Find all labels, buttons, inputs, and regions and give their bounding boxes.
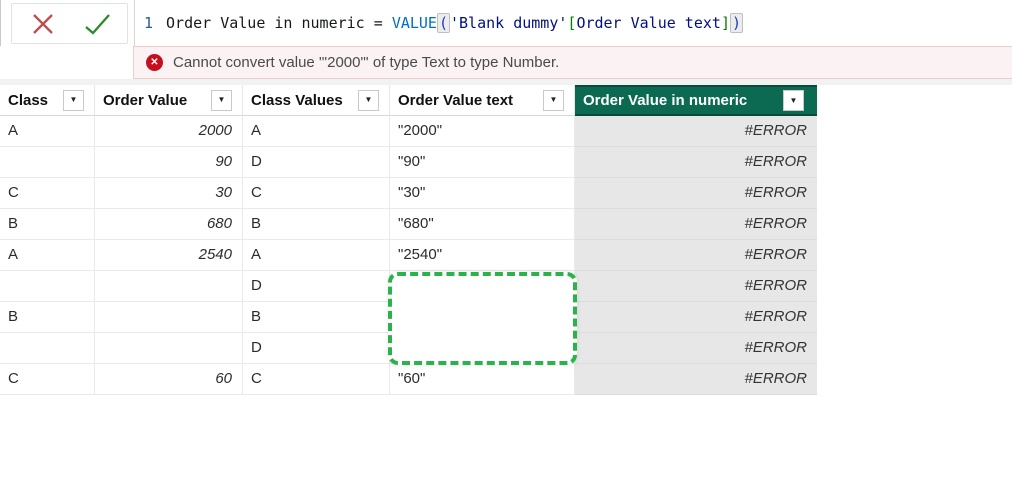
table-cell[interactable]: 90 <box>95 147 243 178</box>
table-row: B 680 B "680" #ERROR <box>0 209 817 240</box>
table-cell[interactable]: "30" <box>390 178 575 209</box>
commit-button[interactable] <box>83 12 111 36</box>
column-header-order-value-text[interactable]: Order Value text ▼ <box>390 85 575 116</box>
table-cell[interactable]: #ERROR <box>575 364 817 395</box>
table-cell[interactable] <box>95 302 243 333</box>
formula-input[interactable]: 1 Order Value in numeric = VALUE ( 'Blan… <box>134 0 1012 46</box>
filter-dropdown-button[interactable]: ▼ <box>63 90 84 111</box>
column-header-label: Order Value text <box>398 92 513 109</box>
error-icon: ✕ <box>146 54 163 71</box>
column-header-class[interactable]: Class ▼ <box>0 85 95 116</box>
table-row: 90 D "90" #ERROR <box>0 147 817 178</box>
column-header-order-value[interactable]: Order Value ▼ <box>95 85 243 116</box>
table-cell[interactable]: B <box>0 209 95 240</box>
table-cell[interactable] <box>0 147 95 178</box>
powerbi-data-view: 1 Order Value in numeric = VALUE ( 'Blan… <box>0 0 1012 477</box>
table-cell[interactable]: #ERROR <box>575 209 817 240</box>
chevron-down-icon: ▼ <box>550 96 558 104</box>
table-cell[interactable] <box>95 333 243 364</box>
table-cell[interactable]: #ERROR <box>575 271 817 302</box>
table-cell[interactable]: 2000 <box>95 116 243 147</box>
formula-equals: = <box>365 14 392 32</box>
table-cell[interactable]: #ERROR <box>575 178 817 209</box>
table-cell[interactable] <box>95 271 243 302</box>
table-cell[interactable]: D <box>243 333 390 364</box>
table-cell[interactable]: C <box>243 178 390 209</box>
table-cell[interactable]: #ERROR <box>575 302 817 333</box>
table-cell[interactable]: 30 <box>95 178 243 209</box>
table-cell[interactable]: "680" <box>390 209 575 240</box>
error-message: Cannot convert value '"2000"' of type Te… <box>173 54 559 71</box>
formula-expression-name: Order Value in numeric <box>166 14 365 32</box>
chevron-down-icon: ▼ <box>365 96 373 104</box>
formula-open-bracket: [ <box>567 14 576 32</box>
column-header-label: Class <box>8 92 48 109</box>
table-cell[interactable]: A <box>0 116 95 147</box>
table-cell[interactable]: #ERROR <box>575 116 817 147</box>
formula-commit-controls <box>11 3 128 44</box>
table-cell[interactable]: D <box>243 271 390 302</box>
table-cell[interactable]: 60 <box>95 364 243 395</box>
column-header-label: Order Value <box>103 92 187 109</box>
error-banner: ✕ Cannot convert value '"2000"' of type … <box>133 46 1012 79</box>
chevron-down-icon: ▼ <box>70 96 78 104</box>
formula-close-bracket: ] <box>721 14 730 32</box>
filter-dropdown-button[interactable]: ▼ <box>358 90 379 111</box>
table-cell[interactable]: "2540" <box>390 240 575 271</box>
table-row: A 2540 A "2540" #ERROR <box>0 240 817 271</box>
table-cell[interactable]: D <box>243 147 390 178</box>
filter-dropdown-button[interactable]: ▼ <box>211 90 232 111</box>
check-icon <box>83 13 111 35</box>
table-cell[interactable]: "2000" <box>390 116 575 147</box>
formula-line-number: 1 <box>144 14 153 32</box>
selection-outline <box>388 272 577 365</box>
table-cell[interactable]: C <box>243 364 390 395</box>
table-row: A 2000 A "2000" #ERROR <box>0 116 817 147</box>
cancel-button[interactable] <box>29 12 57 36</box>
table-cell[interactable]: #ERROR <box>575 147 817 178</box>
table-row: C 30 C "30" #ERROR <box>0 178 817 209</box>
filter-dropdown-button[interactable]: ▼ <box>543 90 564 111</box>
table-cell[interactable]: "60" <box>390 364 575 395</box>
table-cell[interactable]: B <box>0 302 95 333</box>
table-cell[interactable]: #ERROR <box>575 240 817 271</box>
table-cell[interactable]: 2540 <box>95 240 243 271</box>
filter-dropdown-button[interactable]: ▼ <box>783 90 804 111</box>
x-icon <box>30 13 56 35</box>
chevron-down-icon: ▼ <box>790 97 798 105</box>
table-cell[interactable] <box>0 333 95 364</box>
table-cell[interactable] <box>0 271 95 302</box>
table-row: C 60 C "60" #ERROR <box>0 364 817 395</box>
grid-header-row: Class ▼ Order Value ▼ Class Values ▼ Ord… <box>0 85 817 116</box>
column-header-label: Class Values <box>251 92 343 109</box>
table-cell[interactable]: 680 <box>95 209 243 240</box>
formula-open-paren: ( <box>437 13 450 33</box>
formula-close-paren: ) <box>730 13 743 33</box>
table-cell[interactable]: C <box>0 178 95 209</box>
column-header-label: Order Value in numeric <box>583 92 747 109</box>
table-cell[interactable]: A <box>0 240 95 271</box>
chevron-down-icon: ▼ <box>218 96 226 104</box>
table-cell[interactable]: B <box>243 209 390 240</box>
formula-function: VALUE <box>392 14 437 32</box>
table-cell[interactable]: C <box>0 364 95 395</box>
column-header-order-value-in-numeric[interactable]: Order Value in numeric ▼ <box>575 85 817 116</box>
formula-column-reference: Order Value text <box>576 14 721 32</box>
table-cell[interactable]: A <box>243 116 390 147</box>
table-cell[interactable]: #ERROR <box>575 333 817 364</box>
table-cell[interactable]: "90" <box>390 147 575 178</box>
dax-formula-bar: 1 Order Value in numeric = VALUE ( 'Blan… <box>0 0 1012 46</box>
column-header-class-values[interactable]: Class Values ▼ <box>243 85 390 116</box>
table-cell[interactable]: A <box>243 240 390 271</box>
formula-table-reference: 'Blank dummy' <box>450 14 567 32</box>
table-cell[interactable]: B <box>243 302 390 333</box>
